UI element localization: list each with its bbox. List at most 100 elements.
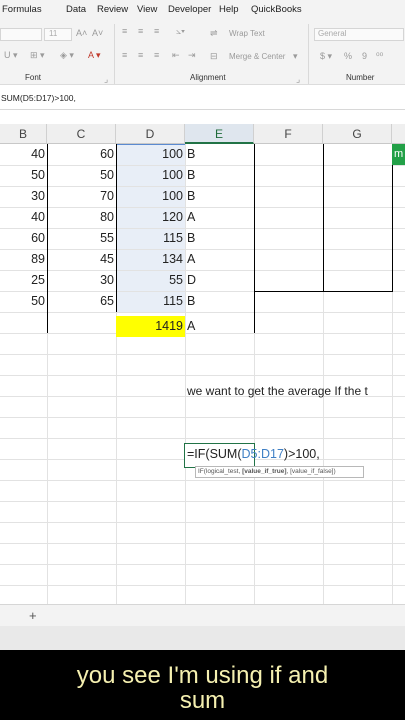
align-left-icon[interactable]: ≡ [122,50,127,60]
cell-d[interactable]: 115 [116,291,185,312]
cell-d[interactable]: 100 [116,186,185,207]
cell-c[interactable]: 70 [47,186,116,207]
tooltip-arg-false: , [value_if_false]) [286,468,336,475]
cell-b[interactable]: 60 [0,228,47,249]
underline-icon[interactable]: U ▾ [4,50,18,61]
total-grade-cell[interactable]: A [185,316,254,337]
font-dialog-launcher-icon[interactable]: ⌟ [104,74,108,85]
currency-icon[interactable]: $ ▾ [320,51,332,62]
row-gridline [0,564,405,565]
column-header-h[interactable] [392,124,405,144]
formula-cell-editor[interactable]: =IF(SUM(D5:D17)>100, [185,444,345,465]
ribbon: 11 A˄ A˅ U ▾ ⊞ ▾ ◈ ▾ A ▾ Font ⌟ ≡ ≡ ≡ ⦣▾… [0,20,405,85]
formula-bar[interactable]: SUM(D5:D17)>100, [0,85,405,110]
header-fragment-cell[interactable]: m [392,144,405,165]
font-size-value: 11 [49,29,58,38]
cell-c[interactable]: 55 [47,228,116,249]
cell-e[interactable]: B [185,228,254,249]
cell-b[interactable]: 30 [0,186,47,207]
decrease-indent-icon[interactable]: ⇤ [172,50,180,61]
menu-quickbooks[interactable]: QuickBooks [251,4,302,15]
note-text[interactable]: we want to get the average If the t [185,381,405,402]
cell-d[interactable]: 115 [116,228,185,249]
font-name-box[interactable] [0,28,42,41]
align-top-icon[interactable]: ≡ [122,26,127,36]
cell-b[interactable]: 50 [0,291,47,312]
borders-icon[interactable]: ⊞ ▾ [30,50,45,61]
cell-c[interactable]: 60 [47,144,116,165]
column-header-d[interactable]: D [116,124,185,144]
cell-e[interactable]: B [185,165,254,186]
sheet-tab-bar: + [0,604,405,627]
fill-color-icon[interactable]: ◈ ▾ [60,50,74,61]
caption-line-1: you see I'm using if and [76,662,329,689]
col-g-left-border [323,144,324,291]
group-divider [308,24,309,84]
row-gridline [0,375,405,376]
cell-e[interactable]: A [185,249,254,270]
merge-center-icon[interactable]: ⊟ [210,51,218,62]
cell-e[interactable]: A [185,207,254,228]
cell-c[interactable]: 45 [47,249,116,270]
column-header-f[interactable]: F [254,124,323,144]
cell-d[interactable]: 100 [116,165,185,186]
cell-d[interactable]: 134 [116,249,185,270]
merge-dropdown-icon[interactable]: ▾ [293,51,298,62]
column-header-g[interactable]: G [323,124,392,144]
menu-formulas[interactable]: Formulas [2,4,42,15]
menu-data[interactable]: Data [66,4,86,15]
cell-e[interactable]: D [185,270,254,291]
worksheet-grid[interactable]: 40 60 100 B 50 50 100 B 30 70 100 B 40 80 120 A 60 55 115 B… [0,144,405,604]
cell-c[interactable]: 65 [47,291,116,312]
column-header-b[interactable]: B [0,124,47,144]
align-middle-icon[interactable]: ≡ [138,26,143,36]
cell-d[interactable]: 55 [116,270,185,291]
cell-b[interactable]: 40 [0,144,47,165]
cell-d[interactable]: 120 [116,207,185,228]
cell-b[interactable]: 89 [0,249,47,270]
comma-icon[interactable]: 9 [362,51,367,61]
cell-e[interactable]: B [185,186,254,207]
cell-b[interactable]: 25 [0,270,47,291]
menu-view[interactable]: View [137,4,157,15]
font-size-box[interactable]: 11 [44,28,72,41]
cell-c[interactable]: 30 [47,270,116,291]
function-tooltip: IF(logical_test, [value_if_true], [value… [195,466,364,478]
grow-font-icon[interactable]: A˄ [76,28,87,38]
wrap-text-icon[interactable]: ⇌ [210,28,218,39]
merge-center-button[interactable]: Merge & Center [229,52,285,61]
cell-b[interactable]: 50 [0,165,47,186]
column-header-c[interactable]: C [47,124,116,144]
number-group-label: Number [346,73,375,82]
cell-e[interactable]: B [185,144,254,165]
alignment-dialog-launcher-icon[interactable]: ⌟ [296,74,300,85]
menu-help[interactable]: Help [219,4,239,15]
font-color-icon[interactable]: A ▾ [88,50,101,61]
shrink-font-icon[interactable]: A˅ [92,28,103,38]
orientation-icon[interactable]: ⦣▾ [176,26,185,37]
tooltip-arg-logical: IF(logical_test, [198,468,243,475]
menu-review[interactable]: Review [97,4,128,15]
cell-c[interactable]: 80 [47,207,116,228]
status-area [0,626,405,650]
add-sheet-button[interactable]: + [29,608,37,623]
column-header-e[interactable]: E [185,124,254,144]
percent-icon[interactable]: % [344,51,352,61]
increase-indent-icon[interactable]: ⇥ [188,50,196,61]
cell-b[interactable]: 40 [0,207,47,228]
row-gridline [0,438,405,439]
cell-d[interactable]: 100 [116,144,185,165]
align-right-icon[interactable]: ≡ [154,50,159,60]
row-gridline [0,417,405,418]
row-gridline [0,522,405,523]
cell-e[interactable]: B [185,291,254,312]
wrap-text-button[interactable]: Wrap Text [229,29,265,38]
align-center-icon[interactable]: ≡ [138,50,143,60]
total-cell[interactable]: 1419 [116,316,185,337]
align-bottom-icon[interactable]: ≡ [154,26,159,36]
alignment-group-label: Alignment [190,73,226,82]
menu-developer[interactable]: Developer [168,4,211,15]
cell-c[interactable]: 50 [47,165,116,186]
increase-decimal-icon[interactable]: ⁰⁰ [376,51,383,62]
number-format-box[interactable]: General [314,28,404,41]
